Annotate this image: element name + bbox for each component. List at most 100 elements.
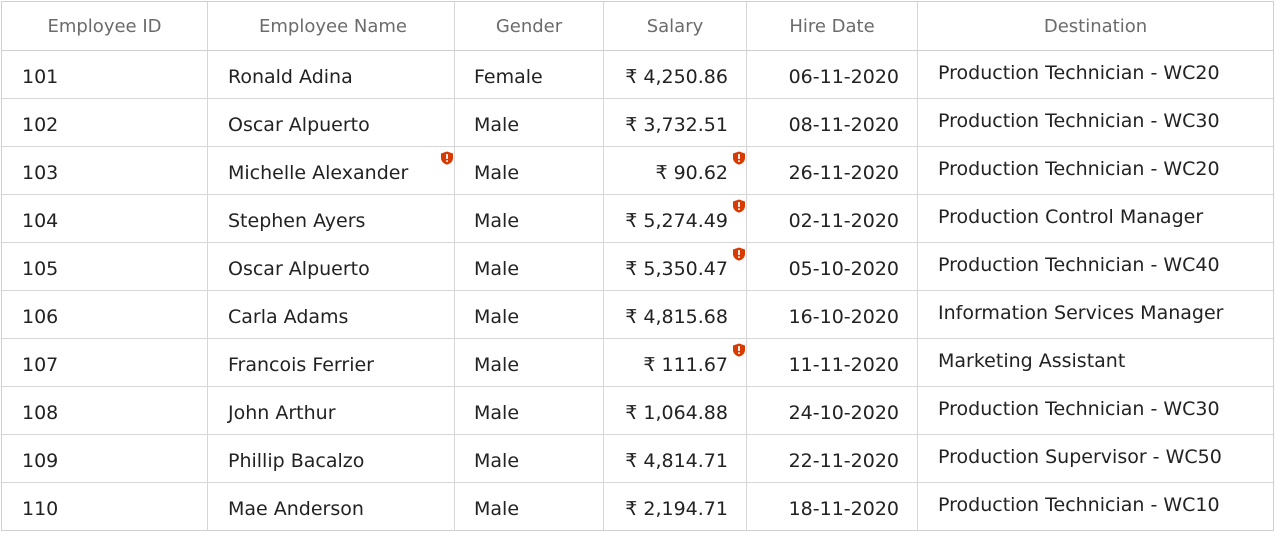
cell-salary[interactable]: ₹ 90.62 — [604, 147, 747, 194]
cell-salary[interactable]: ₹ 2,194.71 — [604, 483, 747, 531]
cell-gender-text: Female — [474, 65, 543, 88]
cell-employee-name[interactable]: John Arthur — [208, 387, 455, 434]
table-row[interactable]: 103 Michelle Alexander Male ₹ 90.62 26-11-20… — [2, 147, 1273, 195]
cell-hire-date[interactable]: 05-10-2020 — [747, 243, 918, 290]
cell-employee-name[interactable]: Mae Anderson — [208, 483, 455, 531]
table-row[interactable]: 108 John Arthur Male ₹ 1,064.88 24-10-2020 Pr… — [2, 387, 1273, 435]
cell-gender[interactable]: Male — [455, 195, 604, 242]
cell-salary[interactable]: ₹ 3,732.51 — [604, 99, 747, 146]
cell-salary[interactable]: ₹ 5,350.47 — [604, 243, 747, 290]
cell-employee-id[interactable]: 101 — [2, 51, 208, 98]
cell-gender-text: Male — [474, 401, 520, 424]
cell-gender[interactable]: Female — [455, 51, 604, 98]
cell-gender[interactable]: Male — [455, 435, 604, 482]
cell-salary[interactable]: ₹ 111.67 — [604, 339, 747, 386]
cell-employee-id-text: 103 — [22, 161, 59, 184]
cell-hire-date[interactable]: 16-10-2020 — [747, 291, 918, 338]
cell-gender[interactable]: Male — [455, 291, 604, 338]
cell-gender[interactable]: Male — [455, 387, 604, 434]
table-row[interactable]: 101 Ronald Adina Female ₹ 4,250.86 06-11-202… — [2, 51, 1273, 99]
cell-destination[interactable]: Production Technician - WC20 — [918, 147, 1273, 194]
cell-employee-id-text: 104 — [22, 209, 59, 232]
cell-employee-name-text: Oscar Alpuerto — [228, 257, 370, 280]
cell-salary[interactable]: ₹ 4,250.86 — [604, 51, 747, 98]
cell-employee-name[interactable]: Francois Ferrier — [208, 339, 455, 386]
cell-destination[interactable]: Production Control Manager — [918, 195, 1273, 242]
cell-gender-text: Male — [474, 209, 520, 232]
cell-hire-date[interactable]: 26-11-2020 — [747, 147, 918, 194]
cell-destination[interactable]: Production Technician - WC30 — [918, 387, 1273, 434]
cell-gender-text: Male — [474, 498, 520, 520]
error-shield-icon[interactable] — [732, 244, 746, 261]
cell-salary[interactable]: ₹ 5,274.49 — [604, 195, 747, 242]
table-row[interactable]: 105 Oscar Alpuerto Male ₹ 5,350.47 05-10-202… — [2, 243, 1273, 291]
cell-employee-name[interactable]: Stephen Ayers — [208, 195, 455, 242]
cell-hire-date[interactable]: 02-11-2020 — [747, 195, 918, 242]
table-row[interactable]: 109 Phillip Bacalzo Male ₹ 4,814.71 22-11-20… — [2, 435, 1273, 483]
cell-gender-text: Male — [474, 257, 520, 280]
cell-employee-id[interactable]: 104 — [2, 195, 208, 242]
cell-employee-id-text: 108 — [22, 401, 59, 424]
column-header-destination[interactable]: Destination — [918, 2, 1273, 50]
column-header-salary[interactable]: Salary — [604, 2, 747, 50]
cell-destination[interactable]: Production Technician - WC10 — [918, 483, 1273, 531]
cell-hire-date[interactable]: 22-11-2020 — [747, 435, 918, 482]
cell-employee-id[interactable]: 103 — [2, 147, 208, 194]
cell-employee-name[interactable]: Michelle Alexander — [208, 147, 455, 194]
cell-employee-name-text: Ronald Adina — [228, 65, 353, 88]
cell-employee-id[interactable]: 105 — [2, 243, 208, 290]
cell-destination[interactable]: Information Services Manager — [918, 291, 1273, 338]
cell-hire-date[interactable]: 24-10-2020 — [747, 387, 918, 434]
cell-destination[interactable]: Production Technician - WC30 — [918, 99, 1273, 146]
column-header-employee-name[interactable]: Employee Name — [208, 2, 455, 50]
cell-salary-text: ₹ 5,350.47 — [625, 257, 728, 280]
cell-hire-date-text: 24-10-2020 — [788, 401, 899, 424]
column-header-hire-date[interactable]: Hire Date — [747, 2, 918, 50]
cell-destination[interactable]: Production Technician - WC40 — [918, 243, 1273, 290]
cell-gender[interactable]: Male — [455, 147, 604, 194]
cell-employee-id[interactable]: 110 — [2, 483, 208, 531]
cell-gender[interactable]: Male — [455, 99, 604, 146]
cell-salary[interactable]: ₹ 4,814.71 — [604, 435, 747, 482]
cell-employee-id[interactable]: 102 — [2, 99, 208, 146]
cell-employee-id-text: 109 — [22, 449, 59, 472]
cell-destination-text: Production Technician - WC40 — [938, 253, 1220, 276]
cell-gender[interactable]: Male — [455, 339, 604, 386]
cell-gender[interactable]: Male — [455, 483, 604, 531]
column-header-employee-id[interactable]: Employee ID — [2, 2, 208, 50]
cell-hire-date[interactable]: 08-11-2020 — [747, 99, 918, 146]
cell-hire-date[interactable]: 06-11-2020 — [747, 51, 918, 98]
cell-gender-text: Male — [474, 353, 520, 376]
cell-salary[interactable]: ₹ 1,064.88 — [604, 387, 747, 434]
cell-employee-name[interactable]: Carla Adams — [208, 291, 455, 338]
error-shield-icon[interactable] — [732, 148, 746, 165]
table-row[interactable]: 110 Mae Anderson Male ₹ 2,194.71 18-11-2020 P… — [2, 483, 1273, 531]
cell-hire-date-text: 06-11-2020 — [788, 65, 899, 88]
error-shield-icon[interactable] — [732, 340, 746, 357]
cell-employee-name-text: Phillip Bacalzo — [228, 449, 365, 472]
cell-destination[interactable]: Marketing Assistant — [918, 339, 1273, 386]
cell-employee-id[interactable]: 106 — [2, 291, 208, 338]
cell-hire-date[interactable]: 11-11-2020 — [747, 339, 918, 386]
cell-destination[interactable]: Production Supervisor - WC50 — [918, 435, 1273, 482]
cell-employee-name[interactable]: Phillip Bacalzo — [208, 435, 455, 482]
cell-hire-date[interactable]: 18-11-2020 — [747, 483, 918, 531]
cell-employee-id[interactable]: 107 — [2, 339, 208, 386]
error-shield-icon[interactable] — [732, 196, 746, 213]
cell-employee-id[interactable]: 109 — [2, 435, 208, 482]
cell-salary[interactable]: ₹ 4,815.68 — [604, 291, 747, 338]
column-header-gender[interactable]: Gender — [455, 2, 604, 50]
cell-gender[interactable]: Male — [455, 243, 604, 290]
table-row[interactable]: 102 Oscar Alpuerto Male ₹ 3,732.51 08-11-202… — [2, 99, 1273, 147]
table-row[interactable]: 107 Francois Ferrier Male ₹ 111.67 11-11-202… — [2, 339, 1273, 387]
cell-salary-text: ₹ 1,064.88 — [625, 401, 728, 424]
table-row[interactable]: 106 Carla Adams Male ₹ 4,815.68 16-10-2020 In… — [2, 291, 1273, 339]
cell-destination[interactable]: Production Technician - WC20 — [918, 51, 1273, 98]
cell-employee-name[interactable]: Ronald Adina — [208, 51, 455, 98]
cell-employee-id[interactable]: 108 — [2, 387, 208, 434]
table-row[interactable]: 104 Stephen Ayers Male ₹ 5,274.49 02-11-2020… — [2, 195, 1273, 243]
cell-employee-name[interactable]: Oscar Alpuerto — [208, 99, 455, 146]
cell-employee-name[interactable]: Oscar Alpuerto — [208, 243, 455, 290]
error-shield-icon[interactable] — [440, 148, 454, 165]
cell-employee-id-text: 101 — [22, 65, 59, 88]
